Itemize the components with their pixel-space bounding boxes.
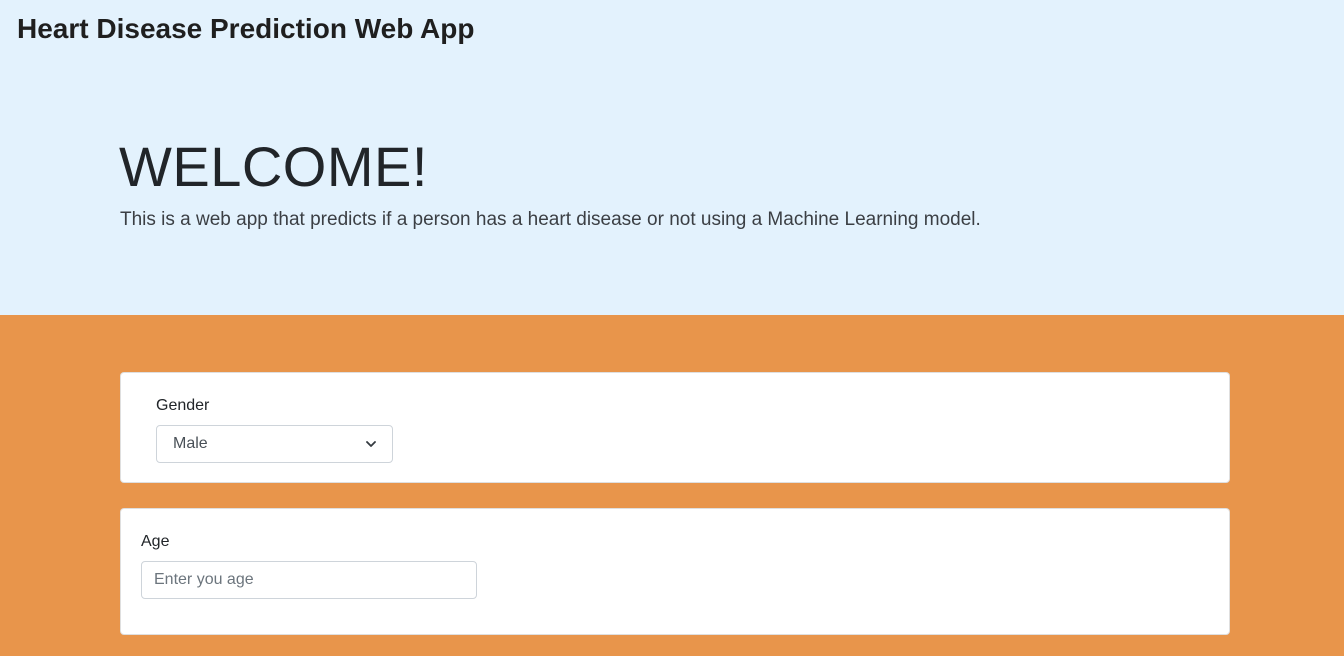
welcome-heading: WELCOME! bbox=[119, 135, 428, 198]
age-card: Age bbox=[120, 508, 1230, 635]
form-area: Gender Male Age bbox=[0, 315, 1344, 656]
gender-card: Gender Male bbox=[120, 372, 1230, 483]
age-label: Age bbox=[141, 533, 170, 550]
header-area: Heart Disease Prediction Web App WELCOME… bbox=[0, 0, 1344, 315]
app-title: Heart Disease Prediction Web App bbox=[17, 13, 475, 44]
gender-label: Gender bbox=[156, 397, 210, 414]
gender-selected-value: Male bbox=[173, 435, 208, 452]
welcome-description: This is a web app that predicts if a per… bbox=[120, 209, 981, 230]
age-input[interactable] bbox=[141, 561, 477, 599]
gender-select[interactable]: Male bbox=[156, 425, 393, 463]
chevron-down-icon bbox=[366, 441, 376, 447]
